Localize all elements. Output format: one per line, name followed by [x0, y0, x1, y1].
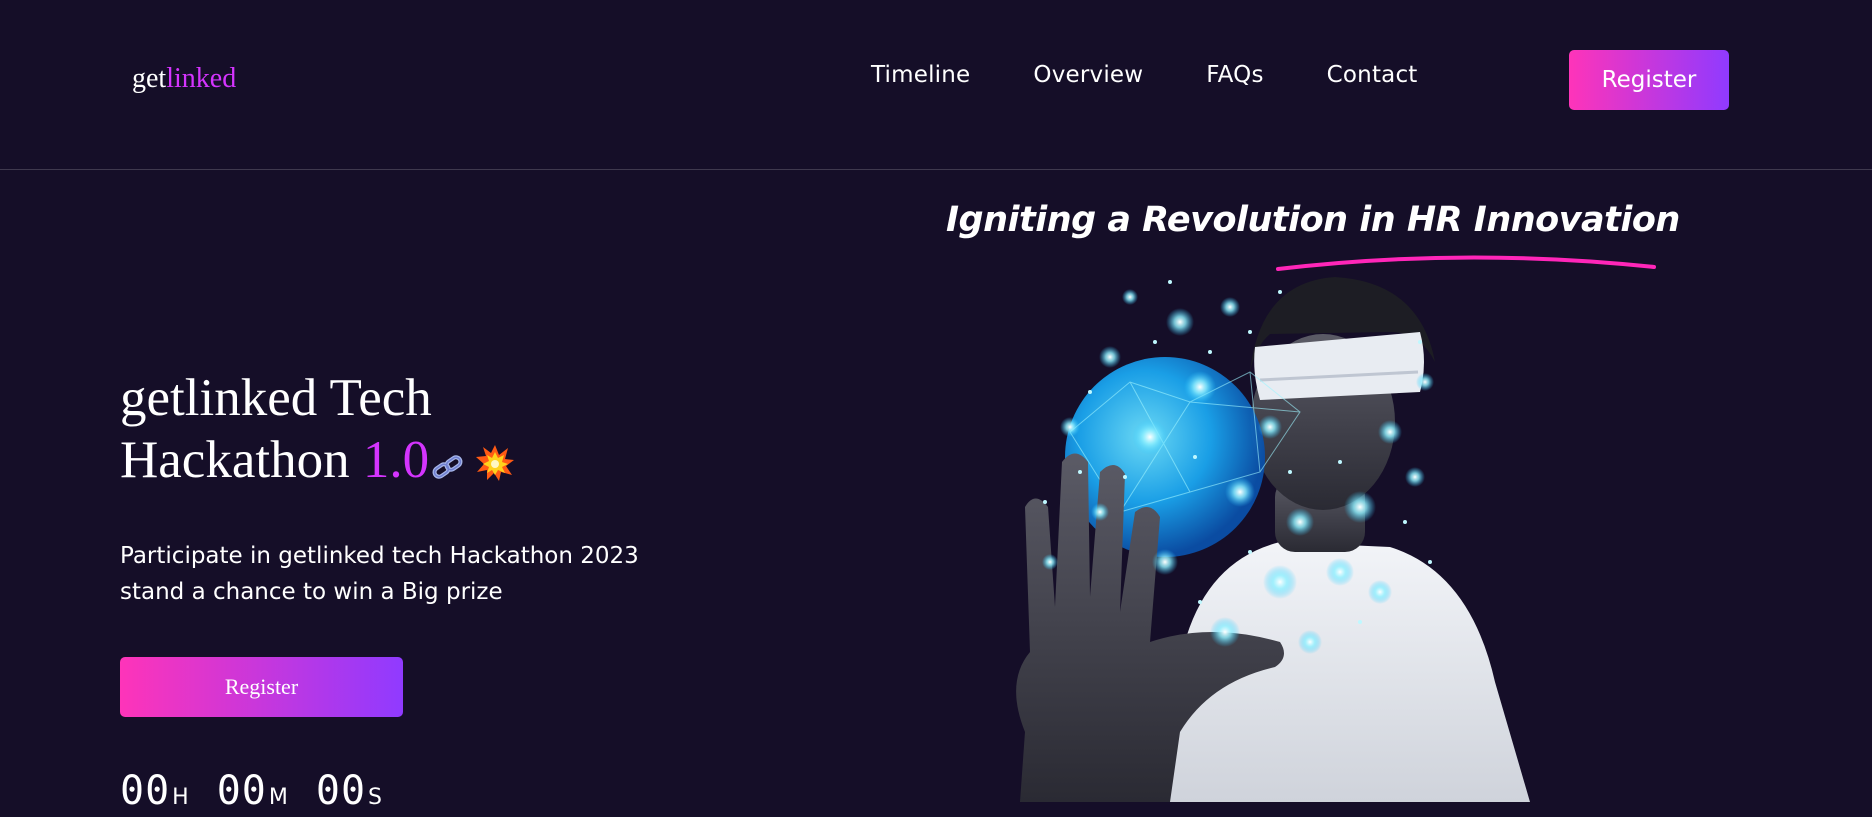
hero-subtitle-line1: Participate in getlinked tech Hackathon …: [120, 543, 639, 569]
countdown-hours-value: 00: [120, 768, 171, 814]
hero-title-line1: getlinked Tech: [120, 369, 432, 427]
hero-tagline: Igniting a Revolution in HR Innovation: [946, 200, 1680, 240]
vr-person-hologram-image: [1016, 277, 1530, 802]
countdown-seconds: 00 S: [316, 768, 382, 814]
logo-accent: linked: [166, 63, 237, 94]
hero-title: getlinked Tech Hackathon 1.0: [120, 367, 720, 496]
chain-link-icon: [431, 434, 465, 496]
nav-faqs[interactable]: FAQs: [1206, 62, 1263, 88]
explosion-icon: [475, 434, 515, 496]
landing-page: getlinked Timeline Overview FAQs Contact…: [0, 0, 1872, 817]
site-header: getlinked Timeline Overview FAQs Contact…: [0, 0, 1872, 170]
logo-main: get: [132, 63, 167, 94]
hero-subtitle-line2: stand a chance to win a Big prize: [120, 579, 503, 605]
nav-timeline[interactable]: Timeline: [871, 62, 970, 88]
nav-overview[interactable]: Overview: [1033, 62, 1143, 88]
hero-subtitle: Participate in getlinked tech Hackathon …: [120, 538, 720, 610]
nav-contact[interactable]: Contact: [1327, 62, 1418, 88]
countdown-minutes: 00 M: [217, 768, 288, 814]
logo[interactable]: getlinked: [132, 63, 236, 95]
hero-register-button[interactable]: Register: [120, 657, 403, 717]
countdown-hours: 00 H: [120, 768, 189, 814]
countdown-hours-unit: H: [172, 785, 189, 810]
header-register-button[interactable]: Register: [1569, 50, 1729, 110]
countdown-minutes-value: 00: [216, 768, 267, 814]
countdown-timer: 00 H 00 M 00 S: [120, 768, 382, 814]
countdown-seconds-unit: S: [368, 785, 383, 810]
countdown-minutes-unit: M: [268, 785, 288, 810]
hero-title-line2: Hackathon: [120, 431, 363, 489]
hero-title-version: 1.0: [362, 431, 430, 489]
countdown-seconds-value: 00: [315, 768, 367, 814]
main-nav: Timeline Overview FAQs Contact: [871, 62, 1418, 88]
